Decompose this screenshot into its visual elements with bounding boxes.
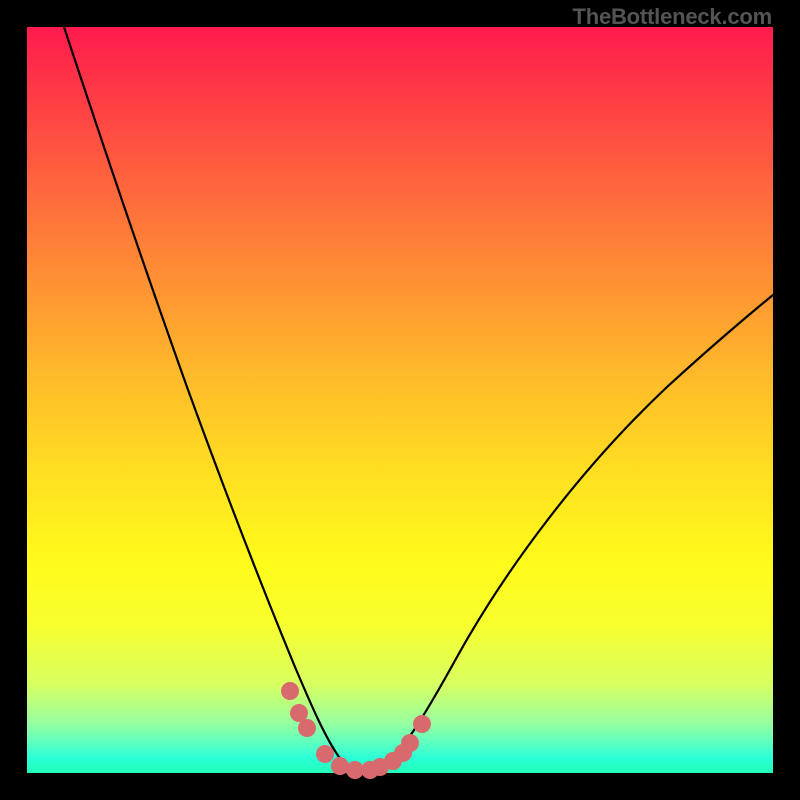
chart-svg: [27, 27, 773, 773]
chart-frame: TheBottleneck.com: [0, 0, 800, 800]
attribution-text: TheBottleneck.com: [572, 4, 772, 30]
bottleneck-curve: [64, 27, 773, 771]
highlight-markers: [281, 682, 431, 779]
